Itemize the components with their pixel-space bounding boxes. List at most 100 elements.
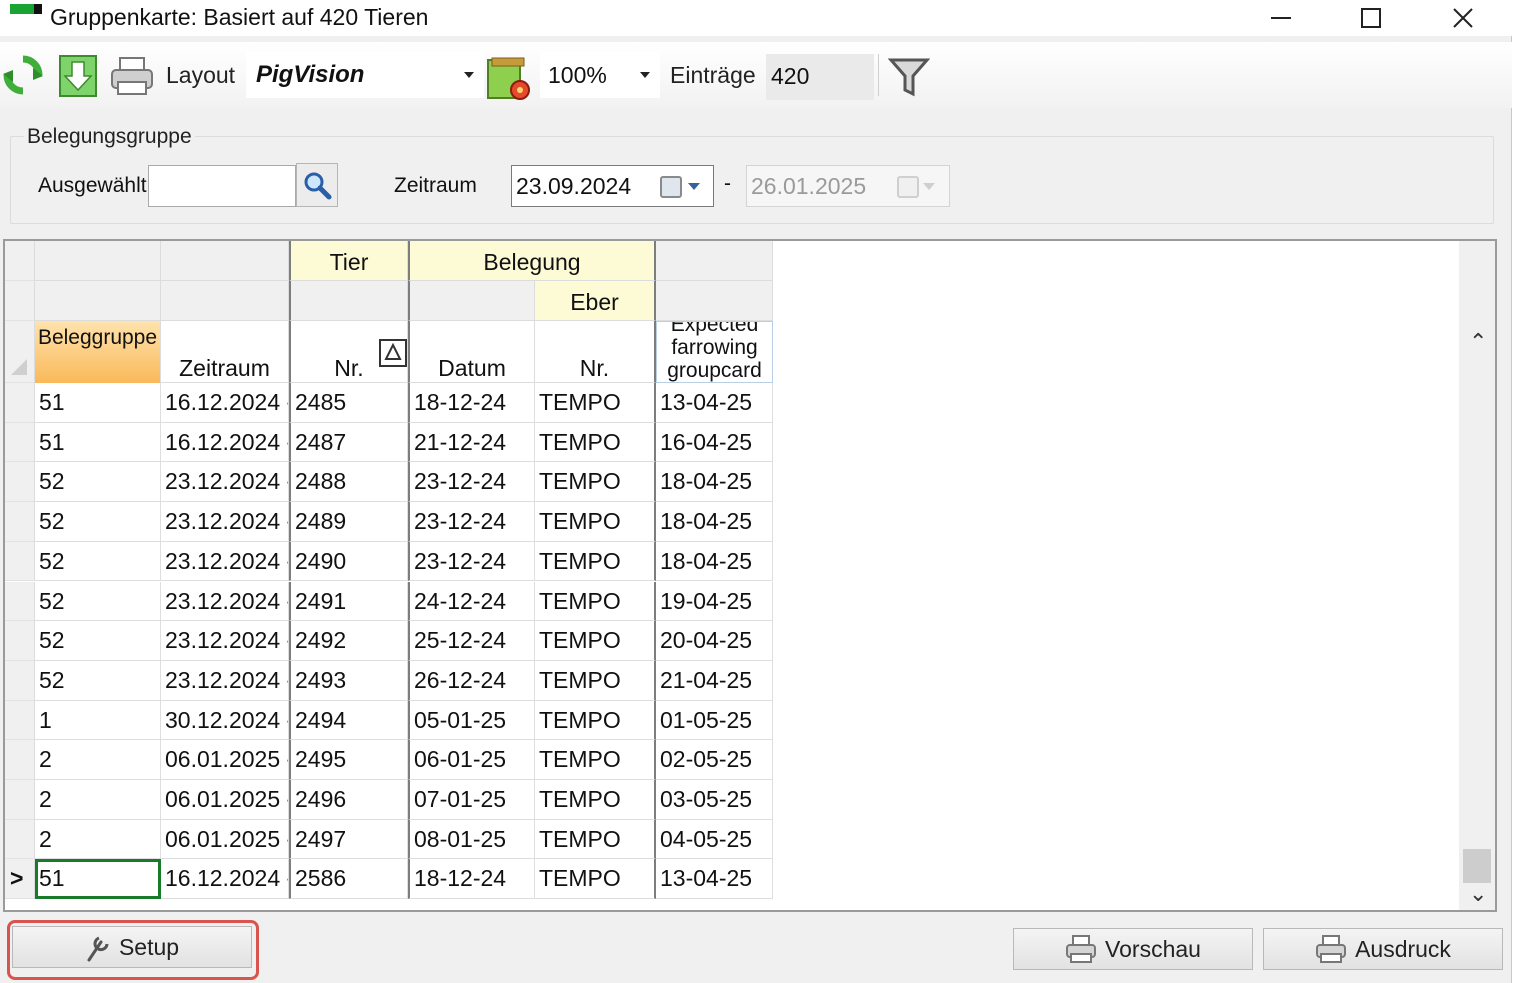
search-button[interactable] [296, 163, 338, 207]
grid-cell-eber[interactable]: TEMPO [535, 581, 656, 622]
zoom-select[interactable]: 100% [540, 52, 660, 98]
grid-cell-gruppe[interactable]: 52 [35, 660, 161, 701]
grid-cell-gruppe[interactable]: 52 [35, 462, 161, 503]
current-row-indicator[interactable]: > [5, 859, 35, 900]
grid-cell-gruppe[interactable]: 51 [35, 383, 161, 423]
grid-cell-expected[interactable]: 16-04-25 [656, 422, 773, 463]
column-header-datum[interactable]: Datum [408, 321, 535, 383]
grid-cell-eber[interactable]: TEMPO [535, 541, 656, 582]
grid-cell-nr[interactable]: 2494 [289, 700, 408, 741]
select-all-cell[interactable] [5, 321, 35, 383]
grid-cell-nr[interactable]: 2487 [289, 422, 408, 463]
setup-button[interactable]: Setup [12, 926, 252, 968]
grid-cell-eber[interactable]: TEMPO [535, 660, 656, 701]
grid-cell-nr[interactable]: 2493 [289, 660, 408, 701]
column-header-eber-nr[interactable]: Nr. [535, 321, 656, 383]
row-header[interactable] [5, 700, 35, 741]
grid-cell-datum[interactable]: 07-01-25 [408, 780, 535, 820]
grid-cell-gruppe[interactable]: 52 [35, 541, 161, 582]
row-header[interactable] [5, 740, 35, 780]
grid-cell-expected[interactable]: 02-05-25 [656, 740, 773, 780]
grid-cell-nr[interactable]: 2485 [289, 383, 408, 423]
minimize-button[interactable] [1236, 0, 1326, 36]
row-header[interactable] [5, 502, 35, 542]
grid-cell-gruppe[interactable]: 52 [35, 502, 161, 542]
preview-button[interactable]: Vorschau [1013, 928, 1253, 970]
grid-cell-expected[interactable]: 13-04-25 [656, 383, 773, 423]
row-header[interactable] [5, 780, 35, 820]
grid-cell-eber[interactable]: TEMPO [535, 383, 656, 423]
grid-cell-gruppe[interactable]: 2 [35, 780, 161, 820]
grid-cell-zeitraum[interactable]: 06.01.2025 - 12.01.2025 [161, 780, 289, 820]
grid-cell-expected[interactable]: 01-05-25 [656, 700, 773, 741]
grid-cell-datum[interactable]: 25-12-24 [408, 621, 535, 661]
export-icon[interactable] [58, 54, 98, 98]
grid-cell-zeitraum[interactable]: 06.01.2025 - 12.01.2025 [161, 819, 289, 860]
grid-cell-gruppe[interactable]: 52 [35, 581, 161, 622]
grid-cell-zeitraum[interactable]: 23.12.2024 - 29.12.2024 [161, 581, 289, 622]
date-from-picker[interactable]: 23.09.2024 [511, 165, 714, 207]
column-header-expected-farrowing[interactable]: Expected farrowing groupcard [656, 321, 773, 383]
grid-cell-eber[interactable]: TEMPO [535, 819, 656, 860]
grid-cell-expected[interactable]: 18-04-25 [656, 502, 773, 542]
grid-cell-expected[interactable]: 21-04-25 [656, 660, 773, 701]
grid-cell-expected[interactable]: 03-05-25 [656, 780, 773, 820]
grid-cell-nr[interactable]: 2491 [289, 581, 408, 622]
grid-cell-datum[interactable]: 23-12-24 [408, 462, 535, 503]
grid-cell-expected[interactable]: 13-04-25 [656, 859, 773, 900]
grid-cell-datum[interactable]: 21-12-24 [408, 422, 535, 463]
grid-cell-datum[interactable]: 24-12-24 [408, 581, 535, 622]
grid-cell-expected[interactable]: 18-04-25 [656, 541, 773, 582]
grid-cell-zeitraum[interactable]: 16.12.2024 - 22.12.2024 [161, 383, 289, 423]
grid-cell-zeitraum[interactable]: 23.12.2024 - 29.12.2024 [161, 621, 289, 661]
scroll-thumb[interactable] [1463, 849, 1491, 883]
grid-cell-datum[interactable]: 18-12-24 [408, 383, 535, 423]
selected-input[interactable] [148, 165, 296, 207]
grid-cell-eber[interactable]: TEMPO [535, 740, 656, 780]
grid-cell-nr[interactable]: 2496 [289, 780, 408, 820]
grid-cell-eber[interactable]: TEMPO [535, 462, 656, 503]
grid-cell-nr[interactable]: 2492 [289, 621, 408, 661]
grid-cell-zeitraum[interactable]: 23.12.2024 - 29.12.2024 [161, 660, 289, 701]
grid-cell-datum[interactable]: 06-01-25 [408, 740, 535, 780]
row-header[interactable] [5, 383, 35, 423]
grid-cell-gruppe[interactable]: 51 [35, 422, 161, 463]
grid-cell-zeitraum[interactable]: 23.12.2024 - 29.12.2024 [161, 502, 289, 542]
grid-cell-eber[interactable]: TEMPO [535, 422, 656, 463]
grid-cell-zeitraum[interactable]: 06.01.2025 - 12.01.2025 [161, 740, 289, 780]
grid-cell-zeitraum[interactable]: 23.12.2024 - 29.12.2024 [161, 541, 289, 582]
grid-cell-zeitraum[interactable]: 30.12.2024 - 05.01.2025 [161, 700, 289, 741]
grid-cell-nr[interactable]: 2586 [289, 859, 408, 900]
grid-cell-eber[interactable]: TEMPO [535, 859, 656, 900]
layout-select[interactable]: PigVision [246, 52, 484, 98]
grid-cell-eber[interactable]: TEMPO [535, 502, 656, 542]
grid-cell-nr[interactable]: 2489 [289, 502, 408, 542]
grid-cell-datum[interactable]: 26-12-24 [408, 660, 535, 701]
row-header[interactable] [5, 581, 35, 622]
vertical-scrollbar[interactable]: ⌃ ⌄ [1459, 241, 1495, 910]
grid-cell-datum[interactable]: 08-01-25 [408, 819, 535, 860]
grid-cell-eber[interactable]: TEMPO [535, 700, 656, 741]
close-button[interactable] [1418, 0, 1508, 36]
grid-cell-datum[interactable]: 18-12-24 [408, 859, 535, 900]
grid-cell-nr[interactable]: 2488 [289, 462, 408, 503]
refresh-icon[interactable] [2, 54, 44, 96]
print-icon[interactable] [110, 56, 154, 96]
grid-cell-datum[interactable]: 23-12-24 [408, 502, 535, 542]
grid-cell-expected[interactable]: 04-05-25 [656, 819, 773, 860]
row-header[interactable] [5, 621, 35, 661]
row-header[interactable] [5, 660, 35, 701]
column-header-beleggruppe[interactable]: Beleggruppe [35, 321, 161, 383]
grid-cell-gruppe[interactable]: 52 [35, 621, 161, 661]
row-header[interactable] [5, 819, 35, 860]
grid-cell-eber[interactable]: TEMPO [535, 780, 656, 820]
grid-cell-expected[interactable]: 19-04-25 [656, 581, 773, 622]
grid-cell-eber[interactable]: TEMPO [535, 621, 656, 661]
grid-cell-zeitraum[interactable]: 23.12.2024 - 29.12.2024 [161, 462, 289, 503]
grid-cell-nr[interactable]: 2495 [289, 740, 408, 780]
grid-cell-datum[interactable]: 05-01-25 [408, 700, 535, 741]
grid-cell-gruppe[interactable]: 2 [35, 740, 161, 780]
row-header[interactable] [5, 462, 35, 503]
print-button[interactable]: Ausdruck [1263, 928, 1503, 970]
row-header[interactable] [5, 541, 35, 582]
